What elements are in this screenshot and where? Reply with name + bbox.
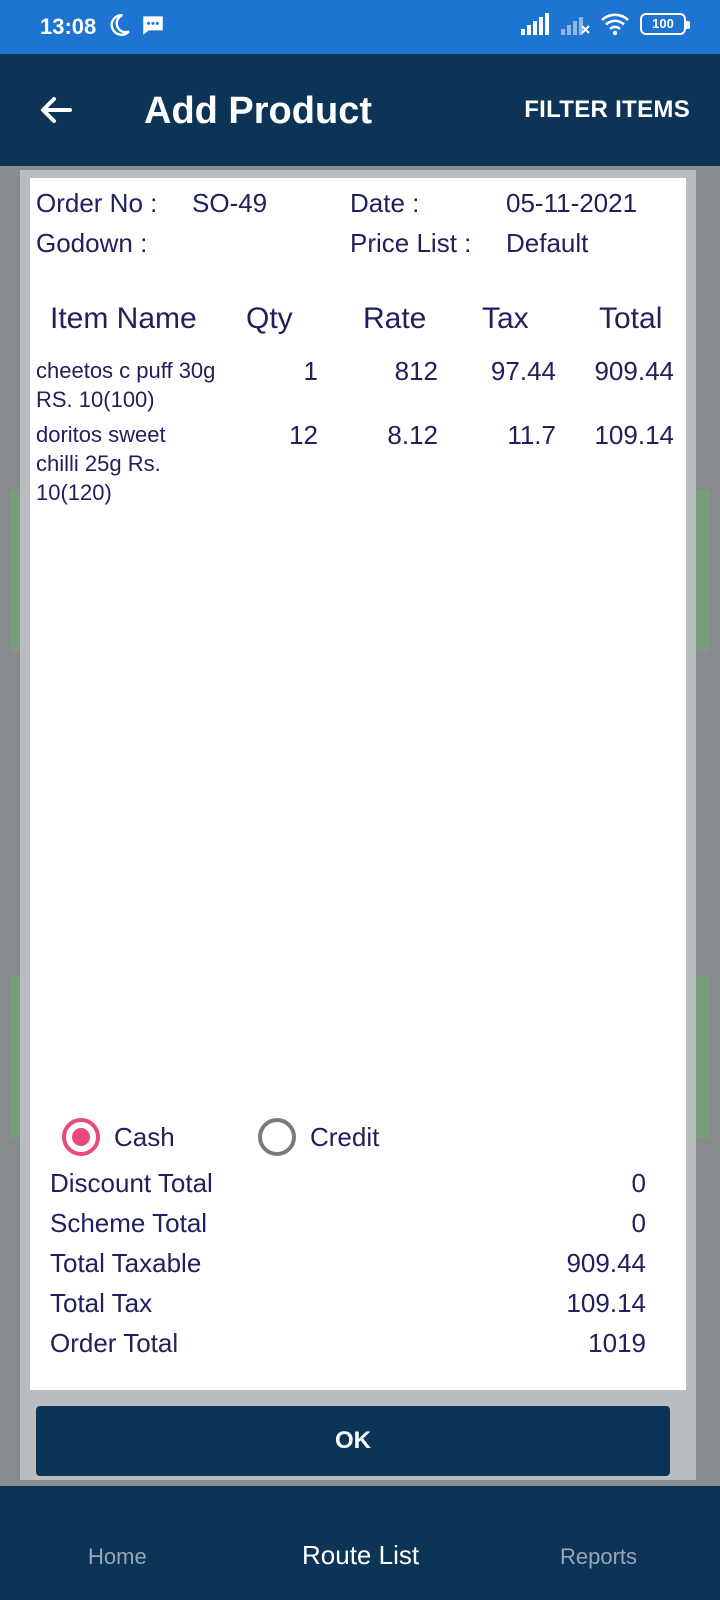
signal-off-icon	[561, 17, 590, 35]
godown-label: Godown :	[36, 228, 148, 258]
ok-button[interactable]: OK	[36, 1406, 670, 1476]
item-total: 909.44	[594, 356, 674, 386]
item-qty: 12	[289, 420, 318, 450]
credit-radio[interactable]	[258, 1118, 296, 1156]
total-tax-label: Total Tax	[50, 1288, 153, 1318]
app-bar: Add Product FILTER ITEMS	[0, 54, 720, 166]
cash-label: Cash	[114, 1121, 175, 1152]
price-list-value: Default	[506, 228, 589, 258]
bottom-nav: Home Route List Reports	[0, 1486, 720, 1600]
item-name: cheetos c puff 30g RS. 10(100)	[36, 358, 216, 412]
scheme-total-label: Scheme Total	[50, 1208, 208, 1238]
date-label: Date :	[350, 188, 420, 218]
price-list-label: Price List :	[350, 228, 472, 258]
col-header-item-name: Item Name	[50, 302, 197, 335]
filter-items-button[interactable]: FILTER ITEMS	[524, 96, 690, 124]
discount-total-label: Discount Total	[50, 1168, 213, 1198]
order-no-value: SO-49	[192, 188, 268, 218]
page-title: Add Product	[144, 90, 372, 132]
date-value: 05-11-2021	[506, 188, 638, 218]
total-tax-value: 109.14	[566, 1288, 646, 1318]
wifi-icon	[601, 13, 629, 36]
col-header-qty: Qty	[246, 302, 293, 335]
col-header-total: Total	[599, 302, 663, 335]
battery-icon: 100	[640, 13, 690, 35]
item-rate: 812	[394, 356, 438, 386]
col-header-tax: Tax	[482, 302, 529, 335]
battery-level: 100	[652, 16, 674, 31]
item-total: 109.14	[594, 420, 674, 450]
order-dialog: Order No : SO-49 Date : 05-11-2021 Godow…	[20, 170, 696, 1480]
order-total-label: Order Total	[50, 1328, 179, 1358]
order-total-value: 1019	[588, 1328, 646, 1358]
discount-total-value: 0	[631, 1168, 646, 1198]
item-rate: 8.12	[387, 420, 438, 450]
moon-icon	[110, 14, 130, 36]
col-header-rate: Rate	[363, 302, 427, 335]
order-no-label: Order No :	[36, 188, 158, 218]
total-taxable-label: Total Taxable	[50, 1248, 202, 1278]
status-bar: 13:08 100	[0, 0, 720, 54]
nav-item-reports[interactable]: Reports	[560, 1544, 637, 1570]
total-taxable-value: 909.44	[566, 1248, 646, 1278]
item-tax: 97.44	[490, 356, 556, 386]
credit-label: Credit	[310, 1121, 380, 1152]
cash-radio[interactable]	[62, 1118, 100, 1156]
scheme-total-value: 0	[631, 1208, 646, 1238]
back-arrow-icon[interactable]	[36, 90, 76, 130]
item-tax: 11.7	[507, 420, 556, 450]
item-name: doritos sweet chilli 25g Rs. 10(120)	[36, 422, 166, 505]
nav-item-home[interactable]: Home	[88, 1544, 147, 1570]
cash-option[interactable]: Cash	[62, 1118, 175, 1156]
credit-option[interactable]: Credit	[258, 1118, 379, 1156]
nav-item-route-list[interactable]: Route List	[302, 1540, 419, 1571]
signal-icon	[521, 13, 549, 35]
status-time: 13:08	[40, 14, 97, 39]
order-details: Order No : SO-49 Date : 05-11-2021 Godow…	[30, 178, 686, 1390]
message-icon	[143, 16, 163, 35]
item-qty: 1	[303, 356, 318, 386]
